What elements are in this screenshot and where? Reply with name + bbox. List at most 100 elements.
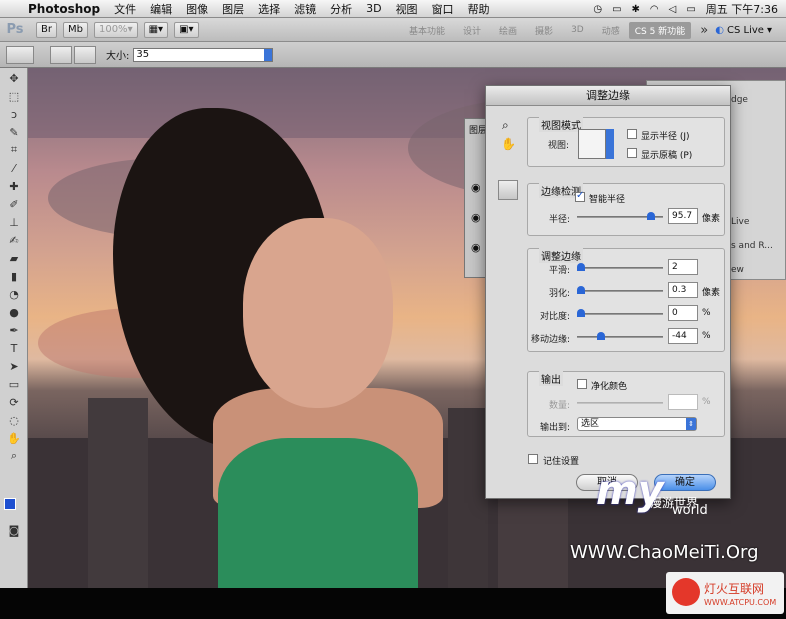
workspace-cs5-new[interactable]: CS 5 新功能	[628, 21, 692, 39]
cs-live-button[interactable]: ◐ CS Live ▾	[715, 22, 772, 38]
eye-icon[interactable]: ◉	[471, 181, 481, 194]
bluetooth-icon[interactable]: ✱	[632, 4, 640, 15]
view-dropdown-icon[interactable]	[606, 129, 614, 159]
pen-tool-icon[interactable]: ✒	[3, 322, 25, 338]
workspace-painting[interactable]: 绘画	[490, 24, 526, 37]
shape-tool-icon[interactable]: ▭	[3, 376, 25, 392]
refine-radius-tool-icon[interactable]	[498, 180, 518, 200]
3d-orbit-icon[interactable]: ◌	[3, 412, 25, 428]
smart-radius-checkbox[interactable]	[575, 190, 585, 202]
menu-view[interactable]: 视图	[396, 1, 418, 17]
healing-brush-icon[interactable]: ✚	[3, 178, 25, 194]
tool-preset-picker[interactable]	[6, 45, 34, 64]
eyedropper-tool-icon[interactable]: ⁄	[3, 160, 25, 176]
app-name[interactable]: Photoshop	[28, 2, 100, 16]
menu-layer[interactable]: 图层	[222, 1, 244, 17]
slider-thumb[interactable]	[577, 263, 585, 271]
refine-radius-tool-icon[interactable]	[50, 45, 72, 64]
volume-icon[interactable]: ◁	[669, 4, 677, 15]
menu-select[interactable]: 选择	[258, 1, 280, 17]
quick-selection-tool-icon[interactable]: ✎	[3, 124, 25, 140]
panel-text[interactable]: s and R...	[731, 241, 773, 251]
eye-icon[interactable]: ◉	[471, 211, 481, 224]
decontaminate-checkbox[interactable]	[577, 379, 587, 389]
smooth-slider[interactable]	[577, 263, 663, 271]
eye-icon[interactable]: ◉	[471, 241, 481, 254]
brush-tool-icon[interactable]: ✐	[3, 196, 25, 212]
more-workspaces-button[interactable]: »	[691, 23, 717, 38]
shift-edge-slider[interactable]	[577, 332, 663, 340]
radius-input[interactable]: 95.7	[668, 208, 698, 224]
refine-edge-dialog: 调整边缘 ⌕ ✋ 视图模式 视图: 显示半径 (J) 显示原稿 (P) 边缘检测…	[485, 85, 731, 499]
menu-image[interactable]: 图像	[186, 1, 208, 17]
menu-filter[interactable]: 滤镜	[294, 1, 316, 17]
application-bar: Ps Br Mb 100% ▾ ▦▾ ▣▾ 基本功能 设计 绘画 摄影 3D 动感…	[0, 18, 786, 42]
show-original-checkbox[interactable]	[627, 148, 637, 158]
remember-settings-checkbox[interactable]	[528, 454, 538, 464]
eraser-tool-icon[interactable]: ▰	[3, 250, 25, 266]
crop-tool-icon[interactable]: ⌗	[3, 142, 25, 158]
clock[interactable]: 周五 下午7:36	[706, 1, 778, 17]
radius-slider[interactable]	[577, 212, 663, 220]
dodge-tool-icon[interactable]: ●	[3, 304, 25, 320]
menu-file[interactable]: 文件	[114, 1, 136, 17]
dialog-title[interactable]: 调整边缘	[486, 86, 730, 106]
menu-edit[interactable]: 编辑	[150, 1, 172, 17]
slider-thumb[interactable]	[577, 309, 585, 317]
erase-refinements-tool-icon[interactable]	[74, 45, 96, 64]
lasso-tool-icon[interactable]: ↄ	[3, 106, 25, 122]
panel-text[interactable]: Live	[731, 217, 749, 227]
clone-stamp-icon[interactable]: ⊥	[3, 214, 25, 230]
slider-thumb[interactable]	[647, 212, 655, 220]
launch-minibridge-button[interactable]: Mb	[62, 21, 88, 38]
slider-thumb[interactable]	[597, 332, 605, 340]
blur-tool-icon[interactable]: ◔	[3, 286, 25, 302]
contrast-slider[interactable]	[577, 309, 663, 317]
launch-bridge-button[interactable]: Br	[36, 21, 57, 38]
slider-thumb[interactable]	[577, 286, 585, 294]
contrast-input[interactable]: 0	[668, 305, 698, 321]
hand-tool-icon[interactable]: ✋	[501, 137, 516, 151]
size-input[interactable]: 35	[133, 47, 274, 62]
menu-help[interactable]: 帮助	[468, 1, 490, 17]
smooth-input[interactable]: 2	[668, 259, 698, 275]
workspace-motion[interactable]: 动感	[593, 24, 629, 37]
3d-rotate-icon[interactable]: ⟳	[3, 394, 25, 410]
hand-tool-icon[interactable]: ✋	[3, 430, 25, 446]
amount-unit: %	[702, 397, 711, 407]
move-tool-icon[interactable]: ✥	[3, 70, 25, 86]
marquee-tool-icon[interactable]: ⬚	[3, 88, 25, 104]
menu-analysis[interactable]: 分析	[330, 1, 352, 17]
path-selection-icon[interactable]: ➤	[3, 358, 25, 374]
wifi-icon[interactable]: ◠	[650, 4, 659, 15]
size-dropdown-icon[interactable]	[264, 48, 273, 61]
battery-icon[interactable]: ▭	[686, 4, 695, 15]
zoom-tool-icon[interactable]: ⌕	[3, 448, 25, 464]
workspace-photography[interactable]: 摄影	[526, 24, 562, 37]
gradient-tool-icon[interactable]: ▮	[3, 268, 25, 284]
output-to-select[interactable]: 选区 ⇕	[577, 417, 697, 431]
type-tool-icon[interactable]: T	[3, 340, 25, 356]
workspace-design[interactable]: 设计	[454, 24, 490, 37]
foreground-color-swatch[interactable]	[4, 498, 16, 510]
zoom-tool-icon[interactable]: ⌕	[502, 118, 509, 133]
menu-window[interactable]: 窗口	[432, 1, 454, 17]
panel-text[interactable]: ew	[731, 265, 744, 275]
smooth-label: 平滑:	[548, 266, 570, 276]
group-title: 调整边缘	[539, 248, 583, 263]
screen-mode-button[interactable]: ▣▾	[174, 21, 199, 38]
menu-3d[interactable]: 3D	[366, 2, 381, 15]
workspace-3d[interactable]: 3D	[562, 25, 593, 35]
zoom-select[interactable]: 100% ▾	[93, 21, 138, 38]
feather-input[interactable]: 0.3	[668, 282, 698, 298]
view-thumbnail[interactable]	[578, 129, 606, 159]
quick-mask-icon[interactable]: ◙	[3, 522, 25, 538]
time-machine-icon[interactable]: ◷	[593, 4, 602, 15]
show-radius-checkbox[interactable]	[627, 129, 637, 139]
history-brush-icon[interactable]: ✍	[3, 232, 25, 248]
workspace-essentials[interactable]: 基本功能	[400, 24, 454, 37]
feather-slider[interactable]	[577, 286, 663, 294]
arrange-documents-button[interactable]: ▦▾	[143, 21, 169, 38]
display-icon[interactable]: ▭	[612, 4, 621, 15]
shift-edge-input[interactable]: -44	[668, 328, 698, 344]
